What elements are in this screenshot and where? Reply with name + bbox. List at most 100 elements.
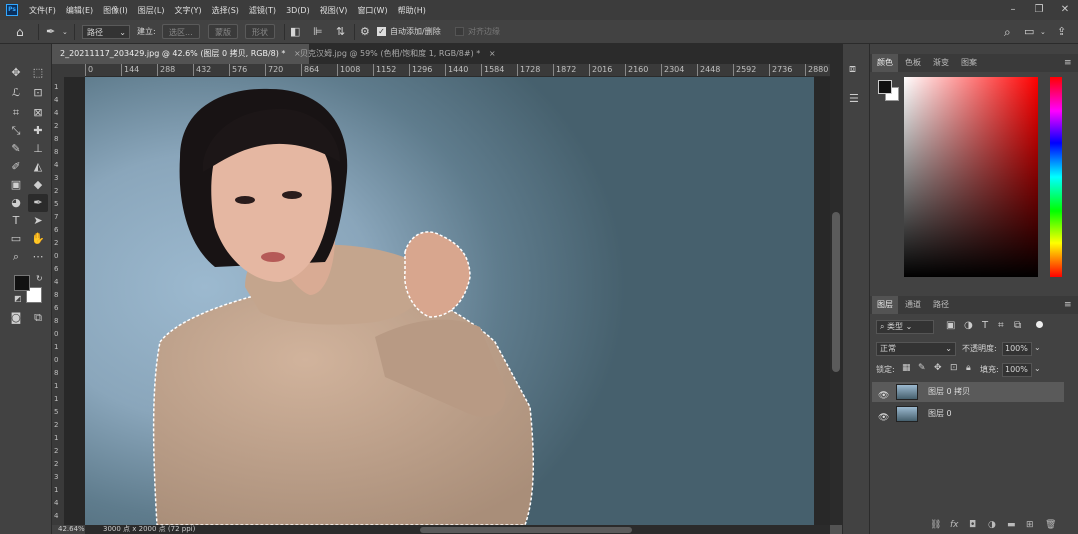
tab-document-1[interactable]: 2_20211117_203429.jpg @ 42.6% (图层 0 拷贝, … bbox=[52, 44, 309, 64]
visibility-eye-icon[interactable]: 👁︎ bbox=[878, 386, 889, 406]
link-icon[interactable]: ⛓︎ bbox=[930, 520, 941, 530]
filter-toggle-icon[interactable] bbox=[1036, 321, 1043, 328]
brush-tool-icon[interactable]: ✎ bbox=[6, 140, 26, 158]
menu-image[interactable]: 图像(I) bbox=[98, 5, 133, 16]
color-panel-foreground[interactable] bbox=[878, 80, 892, 94]
lasso-tool-icon[interactable]: ℒ bbox=[6, 84, 26, 102]
menu-layer[interactable]: 图层(L) bbox=[133, 5, 170, 16]
type-tool-icon[interactable]: T bbox=[6, 212, 26, 230]
filter-type-icon[interactable]: T bbox=[982, 320, 988, 331]
filter-smart-object-icon[interactable]: ⧉ bbox=[1014, 320, 1021, 331]
horizontal-ruler[interactable]: 0 144 288 432 576 720 864 1008 1152 1296 1440 1584 1… bbox=[85, 64, 830, 77]
eraser-tool-icon[interactable]: ◭ bbox=[28, 158, 48, 176]
stamp-tool-icon[interactable]: ⊥ bbox=[28, 140, 48, 158]
foreground-color-swatch[interactable] bbox=[14, 275, 30, 291]
visibility-eye-icon[interactable]: 👁︎ bbox=[878, 408, 889, 428]
path-arrangement-icon[interactable]: ⇅ bbox=[336, 23, 345, 41]
object-select-tool-icon[interactable]: ⊡ bbox=[28, 84, 48, 102]
lock-artboard-icon[interactable]: ⊡ bbox=[950, 363, 958, 373]
history-brush-icon[interactable]: ✐ bbox=[6, 158, 26, 176]
auto-add-delete-checkbox[interactable]: ✓ bbox=[377, 27, 386, 36]
trash-icon[interactable]: 🗑︎ bbox=[1045, 520, 1056, 530]
rectangle-tool-icon[interactable]: ▭ bbox=[6, 230, 26, 248]
blend-mode-select[interactable]: 正常 ⌄ bbox=[876, 342, 956, 356]
panel-menu-icon[interactable]: ≡ bbox=[1064, 300, 1072, 310]
history-panel-icon[interactable]: ⧈ bbox=[849, 62, 856, 76]
close-tab-icon[interactable]: × bbox=[489, 49, 496, 58]
path-select-tool-icon[interactable]: ➤ bbox=[28, 212, 48, 230]
color-picker-field[interactable] bbox=[904, 77, 1038, 277]
healing-tool-icon[interactable]: ✚ bbox=[28, 122, 48, 140]
align-edges-checkbox[interactable] bbox=[455, 27, 464, 36]
new-layer-icon[interactable]: ⊞ bbox=[1026, 520, 1034, 530]
blur-tool-icon[interactable]: ◆ bbox=[28, 176, 48, 194]
eyedropper-tool-icon[interactable]: ⤡ bbox=[6, 122, 26, 140]
filter-adjustment-icon[interactable]: ◑ bbox=[964, 320, 973, 331]
menu-edit[interactable]: 编辑(E) bbox=[61, 5, 98, 16]
folder-icon[interactable]: ▬ bbox=[1007, 520, 1016, 530]
menu-select[interactable]: 选择(S) bbox=[207, 5, 244, 16]
lock-position-icon[interactable]: ✥ bbox=[934, 363, 942, 373]
mask-button[interactable]: 蒙版 bbox=[208, 24, 238, 39]
filter-shape-icon[interactable]: ⌗ bbox=[998, 320, 1004, 331]
layer-filter-select[interactable]: ⌕ 类型 ⌄ bbox=[876, 320, 934, 334]
crop-tool-icon[interactable]: ⌗ bbox=[6, 104, 26, 122]
menu-type[interactable]: 文字(Y) bbox=[169, 5, 206, 16]
fx-icon[interactable]: fx bbox=[950, 520, 959, 530]
home-icon[interactable]: ⌂ bbox=[16, 23, 24, 41]
document-info[interactable]: 3000 点 x 2000 点 (72 ppi) bbox=[103, 525, 195, 534]
opacity-input[interactable]: 100% bbox=[1002, 342, 1032, 356]
pen-tool-icon[interactable]: ✒ bbox=[28, 194, 48, 212]
mode-select[interactable]: 路径 ⌄ bbox=[82, 25, 130, 39]
layer-row[interactable]: 👁︎ 图层 0 bbox=[872, 404, 1064, 424]
menu-window[interactable]: 窗口(W) bbox=[352, 5, 392, 16]
selection-button[interactable]: 选区... bbox=[162, 24, 200, 39]
search-icon[interactable]: ⌕ bbox=[1004, 23, 1011, 41]
tab-patterns[interactable]: 图案 bbox=[956, 54, 982, 72]
gear-icon[interactable]: ⚙ bbox=[360, 23, 370, 41]
mask-icon[interactable]: ◘ bbox=[969, 520, 976, 530]
menu-filter[interactable]: 滤镜(T) bbox=[244, 5, 281, 16]
fill-input[interactable]: 100% bbox=[1002, 363, 1032, 377]
path-alignment-icon[interactable]: ⊫ bbox=[313, 23, 323, 41]
restore-icon[interactable]: ❐ bbox=[1026, 0, 1052, 20]
default-colors-icon[interactable]: ◩ bbox=[14, 294, 22, 303]
vertical-ruler[interactable]: 1 4 4 2 8 8 4 3 2 5 7 6 2 0 6 4 8 6 8 0 1 0 8 1 1 5 2 1 2 2 3 1 4 4 bbox=[52, 77, 64, 525]
frame-tool-icon[interactable]: ⊠ bbox=[28, 104, 48, 122]
horizontal-scroll-thumb[interactable] bbox=[420, 527, 632, 533]
dodge-tool-icon[interactable]: ◕ bbox=[6, 194, 26, 212]
quick-mask-icon[interactable]: ◙ bbox=[6, 309, 26, 327]
layer-row[interactable]: 👁︎ 图层 0 拷贝 bbox=[872, 382, 1064, 402]
adjustments-panel-icon[interactable]: ☰ bbox=[849, 92, 859, 105]
tab-layers[interactable]: 图层 bbox=[872, 296, 898, 314]
tab-gradients[interactable]: 渐变 bbox=[928, 54, 954, 72]
chevron-down-icon[interactable]: ⌄ bbox=[1034, 364, 1041, 373]
shape-button[interactable]: 形状 bbox=[245, 24, 275, 39]
panel-menu-icon[interactable]: ≡ bbox=[1064, 58, 1072, 68]
close-icon[interactable]: ✕ bbox=[1052, 0, 1078, 20]
path-operations-icon[interactable]: ◧ bbox=[290, 23, 300, 41]
ruler-origin[interactable] bbox=[52, 64, 85, 77]
more-tools-icon[interactable]: ⋯ bbox=[28, 248, 48, 266]
pen-tool-icon[interactable]: ✒ bbox=[46, 23, 55, 41]
hue-slider[interactable] bbox=[1050, 77, 1062, 277]
chevron-down-icon[interactable]: ⌄ bbox=[1040, 23, 1046, 41]
tab-paths[interactable]: 路径 bbox=[928, 296, 954, 314]
filter-pixel-icon[interactable]: ▣ bbox=[946, 320, 955, 331]
minimize-icon[interactable]: – bbox=[1000, 0, 1026, 20]
lock-pixels-icon[interactable]: ✎ bbox=[918, 363, 926, 373]
chevron-down-icon[interactable]: ⌄ bbox=[62, 23, 68, 41]
hand-tool-icon[interactable]: ✋ bbox=[28, 230, 48, 248]
zoom-tool-icon[interactable]: ⌕ bbox=[6, 248, 26, 266]
layer-name[interactable]: 图层 0 拷贝 bbox=[928, 382, 970, 402]
tab-swatches[interactable]: 色板 bbox=[900, 54, 926, 72]
vertical-scroll-thumb[interactable] bbox=[832, 212, 840, 372]
workspace-icon[interactable]: ▭ bbox=[1024, 23, 1034, 41]
gradient-tool-icon[interactable]: ▣ bbox=[6, 176, 26, 194]
menu-file[interactable]: 文件(F) bbox=[24, 5, 61, 16]
share-icon[interactable]: ⇪ bbox=[1057, 23, 1066, 41]
zoom-level[interactable]: 42.64% bbox=[58, 525, 85, 534]
menu-3d[interactable]: 3D(D) bbox=[281, 6, 315, 15]
lock-all-icon[interactable]: 🔒︎ bbox=[966, 363, 971, 373]
marquee-tool-icon[interactable]: ⬚ bbox=[28, 64, 48, 82]
